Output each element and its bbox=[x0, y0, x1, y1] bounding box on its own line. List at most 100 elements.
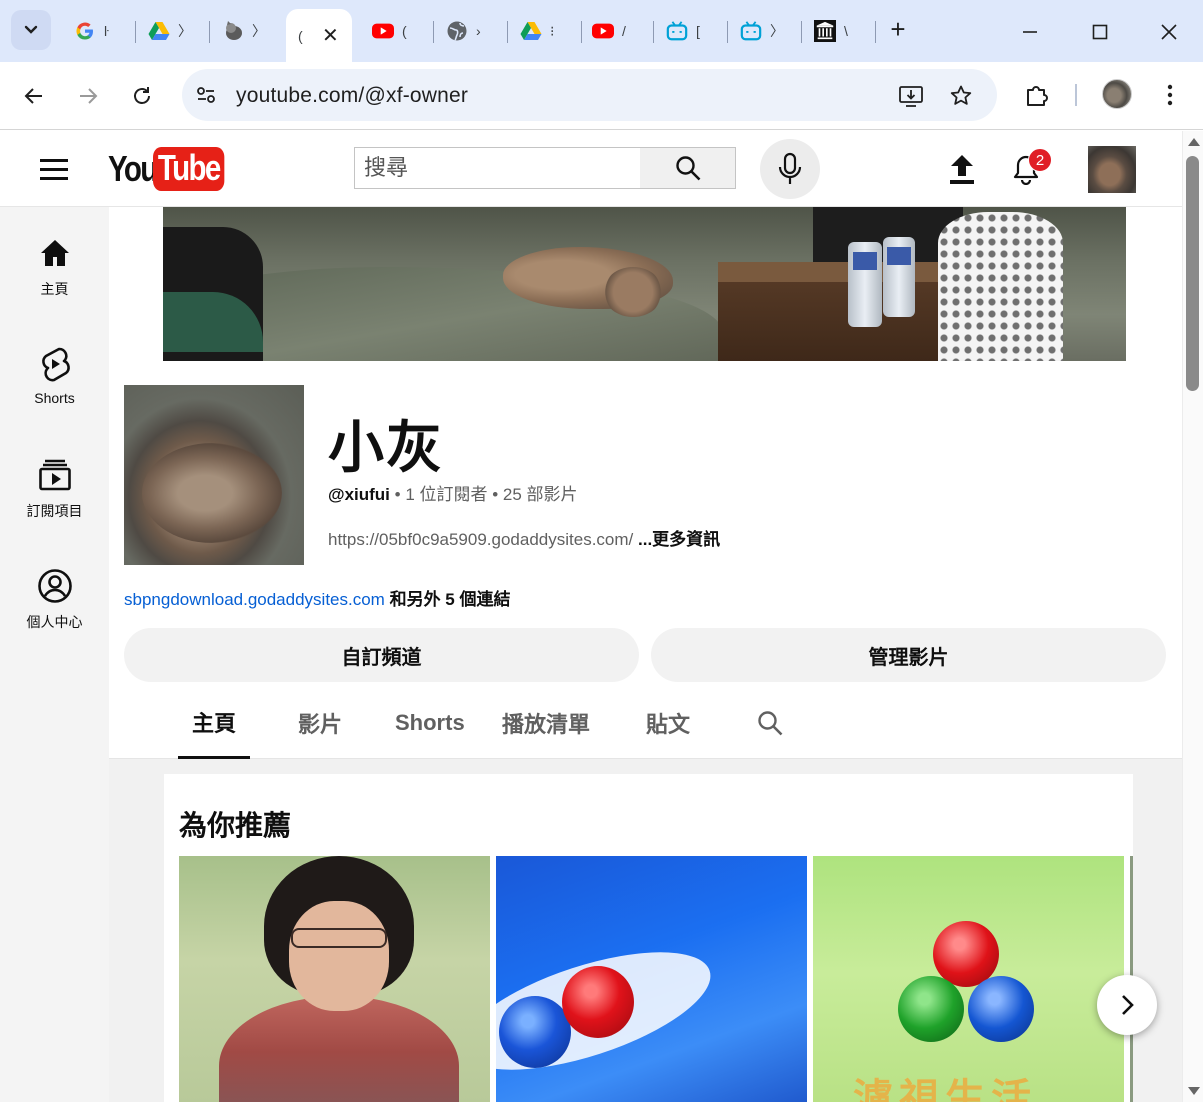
browser-tab-strip: ŀ 〉 〉 ( ✕ ( › ⁝ / [〉 \ + bbox=[0, 0, 1203, 62]
tab-home[interactable]: 主頁 bbox=[178, 687, 250, 759]
channel-page: 小灰 @xiufui • 1 位訂閱者 • 25 部影片 https://05b… bbox=[109, 207, 1182, 1102]
youtube-logo[interactable]: You Tube bbox=[108, 147, 241, 191]
more-vertical-icon bbox=[1167, 84, 1173, 106]
extensions-button[interactable] bbox=[1022, 80, 1052, 110]
customize-channel-button[interactable]: 自訂頻道 bbox=[124, 628, 639, 682]
install-app-icon[interactable] bbox=[898, 83, 924, 109]
browser-menu-button[interactable] bbox=[1155, 80, 1185, 110]
scroll-down-arrow-icon[interactable] bbox=[1188, 1087, 1200, 1095]
profile-avatar[interactable] bbox=[1102, 79, 1132, 109]
maximize-button[interactable] bbox=[1085, 17, 1115, 47]
arrow-left-icon bbox=[24, 88, 42, 104]
url-text[interactable]: youtube.com/@xf-owner bbox=[236, 84, 468, 108]
shelf-title: 為你推薦 bbox=[179, 810, 292, 841]
subscriber-count: 1 位訂閱者 bbox=[405, 485, 488, 504]
close-icon bbox=[1161, 24, 1177, 40]
channel-description[interactable]: https://05bf0c9a5909.godaddysites.com/ .… bbox=[328, 525, 720, 550]
browser-toolbar: youtube.com/@xf-owner bbox=[0, 62, 1203, 130]
minimize-button[interactable] bbox=[1015, 17, 1045, 47]
tab-videos[interactable]: 影片 bbox=[298, 687, 342, 759]
meta-separator: • bbox=[389, 485, 406, 504]
page-scrollbar[interactable] bbox=[1182, 131, 1203, 1102]
globe-icon bbox=[446, 20, 468, 42]
browser-tab[interactable]: 〉 bbox=[728, 9, 802, 53]
video-thumbnail[interactable] bbox=[496, 856, 807, 1102]
upload-button[interactable] bbox=[944, 151, 980, 187]
chevron-down-icon bbox=[24, 25, 38, 34]
search-box[interactable] bbox=[354, 147, 641, 189]
bilibili-icon bbox=[740, 20, 762, 42]
video-thumbnail[interactable]: 濾視生活 bbox=[813, 856, 1124, 1102]
tab-search-button[interactable] bbox=[11, 10, 51, 50]
minimize-icon bbox=[1023, 31, 1037, 33]
account-avatar[interactable] bbox=[1088, 146, 1136, 193]
youtube-header: You Tube bbox=[0, 131, 1182, 207]
browser-tab[interactable]: \ bbox=[802, 9, 876, 53]
search-input[interactable] bbox=[355, 148, 640, 188]
browser-tab[interactable]: ŀ bbox=[62, 9, 136, 53]
google-drive-icon bbox=[148, 20, 170, 42]
browser-tab[interactable]: ⁝ bbox=[508, 9, 582, 53]
arrow-right-icon bbox=[80, 88, 98, 104]
reload-button[interactable] bbox=[124, 78, 160, 114]
cat-avatar-icon bbox=[222, 20, 244, 42]
search-button[interactable] bbox=[640, 147, 736, 189]
video-thumbnail[interactable] bbox=[179, 856, 490, 1102]
address-bar[interactable]: youtube.com/@xf-owner bbox=[182, 69, 997, 121]
sidebar-item-home[interactable]: 主頁 bbox=[0, 207, 109, 303]
tab-title: › bbox=[476, 23, 481, 39]
back-button[interactable] bbox=[16, 78, 52, 114]
channel-handle: @xiufui bbox=[328, 485, 390, 504]
scroll-up-arrow-icon[interactable] bbox=[1188, 138, 1200, 146]
tab-title: 〉 bbox=[178, 23, 192, 39]
new-tab-button[interactable]: + bbox=[884, 16, 912, 44]
scrollbar-thumb[interactable] bbox=[1186, 156, 1199, 391]
more-info-link[interactable]: ...更多資訊 bbox=[638, 530, 720, 549]
shelf-next-button[interactable] bbox=[1097, 975, 1157, 1035]
channel-meta: @xiufui • 1 位訂閱者 • 25 部影片 bbox=[328, 480, 578, 505]
channel-link[interactable]: sbpngdownload.godaddysites.com bbox=[124, 590, 385, 609]
channel-search-button[interactable] bbox=[756, 687, 784, 759]
tab-shorts[interactable]: Shorts bbox=[395, 687, 465, 759]
sidebar-item-shorts[interactable]: Shorts bbox=[0, 318, 109, 414]
home-icon bbox=[37, 235, 73, 271]
tab-title: 〉 bbox=[770, 23, 784, 39]
sidebar-item-label: 訂閱項目 bbox=[26, 503, 83, 519]
tab-posts[interactable]: 貼文 bbox=[646, 687, 690, 759]
browser-tab[interactable]: 〉 bbox=[210, 9, 284, 53]
channel-banner bbox=[163, 207, 1126, 361]
close-window-button[interactable] bbox=[1154, 17, 1184, 47]
channel-name: 小灰 bbox=[328, 416, 444, 479]
site-info-icon[interactable] bbox=[194, 83, 218, 107]
menu-icon[interactable] bbox=[40, 159, 70, 181]
tab-title: \ bbox=[844, 23, 848, 39]
browser-tab[interactable]: ( bbox=[360, 9, 434, 53]
mini-guide: 主頁 Shorts 訂閱項目 個人中心 bbox=[0, 207, 109, 1102]
museum-icon bbox=[814, 20, 836, 42]
forward-button[interactable] bbox=[70, 78, 106, 114]
browser-tab[interactable]: 〉 bbox=[136, 9, 210, 53]
browser-tab[interactable]: › bbox=[434, 9, 508, 53]
tab-title: ⁝ bbox=[550, 22, 555, 39]
channel-links: sbpngdownload.godaddysites.com 和另外 5 個連結 bbox=[124, 585, 510, 610]
bookmark-star-icon[interactable] bbox=[948, 83, 974, 109]
recommended-shelf: 為你推薦 濾視生活 bbox=[164, 774, 1133, 1102]
close-tab-icon[interactable]: ✕ bbox=[322, 23, 339, 48]
youtube-icon bbox=[372, 20, 394, 42]
youtube-icon bbox=[592, 20, 614, 42]
manage-videos-button[interactable]: 管理影片 bbox=[651, 628, 1166, 682]
sidebar-item-subscriptions[interactable]: 訂閱項目 bbox=[0, 429, 109, 525]
voice-search-button[interactable] bbox=[760, 139, 820, 199]
tab-playlists[interactable]: 播放清單 bbox=[502, 687, 590, 759]
sidebar-item-you[interactable]: 個人中心 bbox=[0, 540, 109, 636]
browser-tab[interactable]: [ bbox=[654, 9, 728, 53]
bilibili-icon bbox=[666, 20, 688, 42]
channel-avatar bbox=[124, 385, 304, 565]
more-links[interactable]: 和另外 5 個連結 bbox=[390, 590, 511, 609]
browser-tab-active[interactable]: ( ✕ bbox=[286, 9, 352, 62]
meta-separator: • bbox=[487, 485, 503, 504]
logo-tube: Tube bbox=[153, 147, 225, 191]
search-icon bbox=[675, 156, 700, 181]
sidebar-item-label: 主頁 bbox=[40, 281, 69, 297]
browser-tab[interactable]: / bbox=[580, 9, 654, 53]
